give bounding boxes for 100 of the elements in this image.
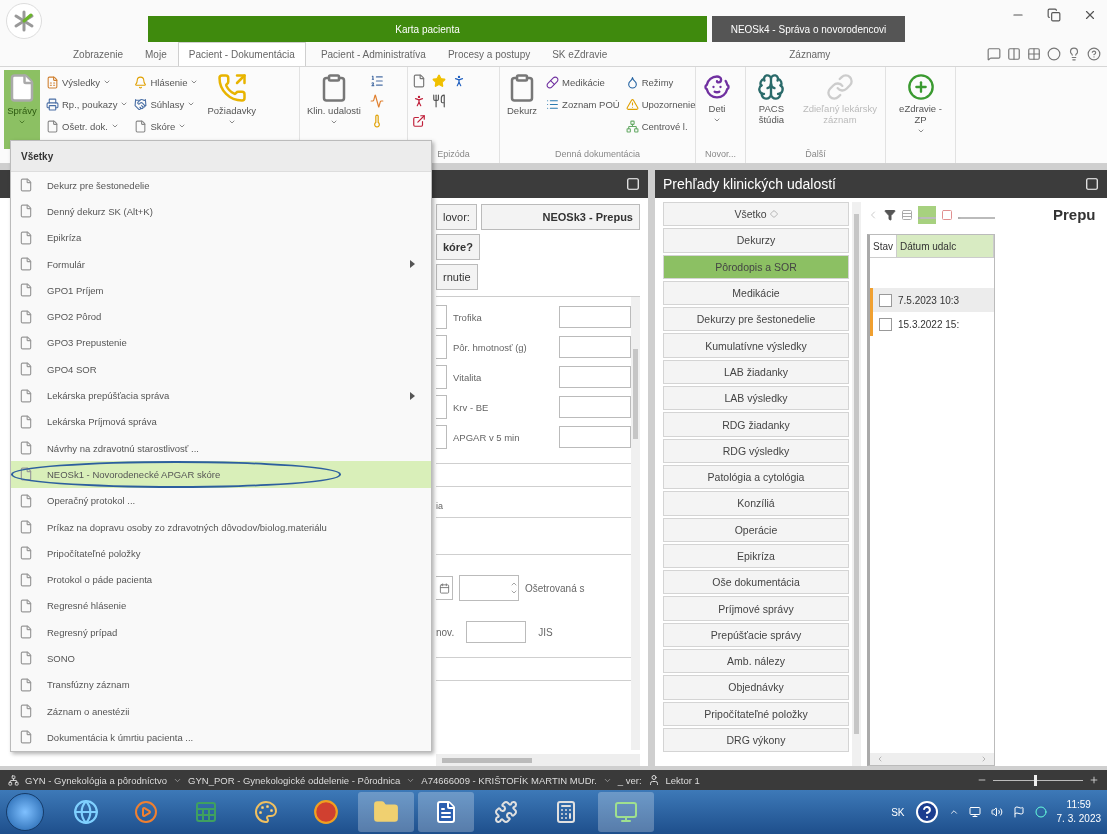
close-icon[interactable] bbox=[1083, 8, 1097, 22]
category-button[interactable]: Pripočítateľné položky bbox=[663, 701, 849, 726]
menu-item[interactable]: Lekárska Príjmová správa bbox=[11, 408, 431, 435]
layout-icon[interactable] bbox=[1007, 47, 1021, 61]
form-button[interactable]: rnutie bbox=[436, 264, 478, 290]
ribbon-button[interactable]: Centrové l. bbox=[625, 117, 696, 135]
clock[interactable]: 11:59 7. 3. 2023 bbox=[1056, 798, 1101, 826]
category-button[interactable]: LAB žiadanky bbox=[663, 359, 849, 385]
ribbon-button[interactable]: Skóre bbox=[134, 117, 199, 135]
language-indicator[interactable]: SK bbox=[891, 806, 905, 818]
checkbox[interactable] bbox=[879, 317, 892, 331]
user-name[interactable]: Lektor 1 bbox=[665, 774, 700, 786]
category-button[interactable]: Všetko bbox=[663, 202, 849, 227]
ribbon-tab[interactable]: SK eZdravie bbox=[541, 42, 619, 66]
zoom-in-icon[interactable] bbox=[1089, 775, 1099, 785]
scrollbar[interactable] bbox=[852, 202, 861, 766]
category-button[interactable]: Amb. nálezy bbox=[663, 649, 849, 674]
chat-icon[interactable] bbox=[987, 47, 1001, 61]
ribbon-tab[interactable]: Záznamy bbox=[778, 42, 842, 66]
category-button[interactable]: Oše dokumentácia bbox=[663, 570, 849, 595]
ribbon-button[interactable]: Upozornenie bbox=[625, 95, 696, 113]
menu-item[interactable]: GPO2 Pôrod bbox=[11, 303, 431, 330]
menu-item[interactable]: Regresný prípad bbox=[11, 619, 431, 646]
ribbon-button[interactable]: Rp., poukazy bbox=[46, 95, 129, 113]
category-button[interactable]: Dekurzy pre šestonedelie bbox=[663, 307, 849, 332]
ribbon-tab[interactable]: Zobrazenie bbox=[62, 42, 135, 66]
category-button[interactable]: Medikácie bbox=[663, 280, 849, 306]
form-button[interactable]: lovor: bbox=[436, 204, 477, 230]
input-field[interactable] bbox=[436, 335, 447, 359]
category-button[interactable]: Epikríza bbox=[663, 543, 849, 569]
ribbon-button[interactable]: Režimy bbox=[625, 73, 696, 91]
number-field[interactable] bbox=[459, 575, 519, 601]
menu-item[interactable]: Dekurz pre šestonedelie bbox=[11, 172, 431, 199]
form-button[interactable]: kóre? bbox=[436, 234, 480, 260]
taskbar-app[interactable] bbox=[358, 792, 414, 832]
ribbon-button[interactable]: Medikácie bbox=[546, 73, 620, 91]
ribbon-button[interactable]: Hlásenie bbox=[134, 73, 199, 91]
input-field[interactable] bbox=[559, 336, 631, 358]
category-button[interactable]: Dekurzy bbox=[663, 228, 849, 253]
ribbon-button[interactable]: Súhlasy bbox=[134, 95, 199, 113]
category-button[interactable]: Patológia a cytológia bbox=[663, 464, 849, 490]
start-button[interactable] bbox=[6, 793, 44, 831]
taskbar-app[interactable] bbox=[418, 792, 474, 832]
input-field[interactable] bbox=[436, 305, 447, 329]
ribbon-tab[interactable]: Moje bbox=[134, 42, 178, 66]
input-field[interactable] bbox=[559, 396, 631, 418]
ribbon-button[interactable]: Dekurz bbox=[504, 70, 541, 149]
app-logo[interactable] bbox=[6, 3, 42, 39]
scrollbar[interactable] bbox=[436, 754, 640, 766]
column-header[interactable]: Dátum udalc bbox=[897, 235, 994, 257]
menu-item[interactable]: Pripočítateľné položky bbox=[11, 540, 431, 567]
status-item[interactable]: GYN_POR - Gynekologické oddelenie - Pôrodnica bbox=[188, 774, 401, 786]
restore-icon[interactable] bbox=[1047, 8, 1061, 22]
lightbulb-icon[interactable] bbox=[1067, 47, 1081, 61]
category-button[interactable]: RDG žiadanky bbox=[663, 412, 849, 437]
menu-item[interactable]: Lekárska prepúšťacia správa bbox=[11, 382, 431, 409]
category-button[interactable]: Objednávky bbox=[663, 675, 849, 700]
menu-item[interactable]: Dokumentácia k úmrtiu pacienta ... bbox=[11, 724, 431, 751]
menu-item[interactable]: NEOSk1 - Novorodenecké APGAR skóre bbox=[11, 461, 431, 488]
speaker-icon[interactable] bbox=[990, 806, 1003, 818]
input-field[interactable] bbox=[559, 426, 631, 448]
category-button[interactable]: DRG výkony bbox=[663, 727, 849, 753]
menu-item[interactable]: SONO bbox=[11, 645, 431, 672]
ribbon-button[interactable]: PACS štúdia bbox=[750, 70, 793, 149]
ribbon-tab[interactable]: Pacient - Dokumentácia bbox=[177, 42, 306, 66]
maximize-icon[interactable] bbox=[626, 177, 640, 191]
category-button[interactable]: Konzíliá bbox=[663, 491, 849, 516]
maximize-icon[interactable] bbox=[1085, 177, 1099, 191]
ribbon-button[interactable]: Ošetr. dok. bbox=[46, 117, 129, 135]
ribbon-button[interactable]: Zoznam POÚ bbox=[546, 95, 620, 113]
category-button[interactable]: Pôrodopis a SOR bbox=[663, 254, 849, 279]
flag-icon[interactable] bbox=[1012, 806, 1025, 818]
column-header[interactable]: Stav bbox=[870, 235, 897, 257]
menu-item[interactable]: Regresné hlásenie bbox=[11, 592, 431, 620]
menu-item[interactable]: Transfúzny záznam bbox=[11, 671, 431, 698]
category-button[interactable]: Operácie bbox=[663, 517, 849, 542]
menu-item[interactable]: Záznam o anestézii bbox=[11, 697, 431, 725]
menu-item[interactable]: Formulár bbox=[11, 250, 431, 278]
ribbon-tab[interactable]: Pacient - Administratíva bbox=[309, 42, 437, 66]
input-field[interactable] bbox=[436, 425, 447, 449]
ribbon-button[interactable]: eZdravie - ZP bbox=[890, 70, 951, 149]
menu-item[interactable]: Protokol o páde pacienta bbox=[11, 566, 431, 593]
checkbox[interactable] bbox=[879, 293, 892, 307]
menu-item[interactable]: Denný dekurz SK (Alt+K) bbox=[11, 198, 431, 225]
menu-item[interactable]: Návrhy na zdravotnú starostlivosť ... bbox=[11, 434, 431, 462]
menu-item[interactable]: GPO3 Prepustenie bbox=[11, 329, 431, 357]
input-field[interactable] bbox=[436, 395, 447, 419]
ribbon-button[interactable]: Deti bbox=[700, 70, 734, 149]
input-field[interactable] bbox=[436, 365, 447, 389]
help-icon[interactable] bbox=[1087, 47, 1101, 61]
tray-expand-icon[interactable] bbox=[948, 807, 959, 817]
scrollbar[interactable] bbox=[870, 753, 994, 765]
menu-item[interactable]: Príkaz na dopravu osoby zo zdravotných dôvodov/biolog.materiálu bbox=[11, 513, 431, 541]
category-button[interactable]: Kumulatívne výsledky bbox=[663, 333, 849, 358]
category-button[interactable]: RDG výsledky bbox=[663, 438, 849, 463]
input-field[interactable] bbox=[559, 366, 631, 388]
menu-item[interactable]: Operačný protokol ... bbox=[11, 487, 431, 514]
network-icon[interactable] bbox=[968, 806, 981, 818]
input-field[interactable] bbox=[559, 306, 631, 328]
scrollbar[interactable] bbox=[631, 297, 640, 750]
